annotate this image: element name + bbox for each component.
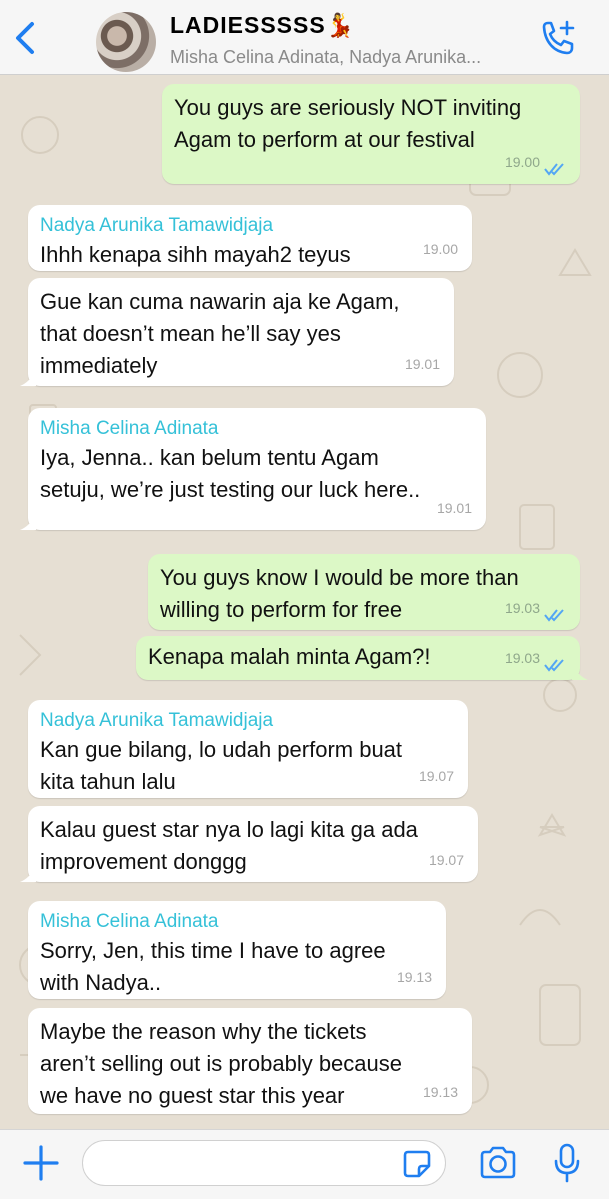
message-bubble-outgoing[interactable]: You guys are seriously NOT inviting Agam… [162,84,580,184]
message-time: 19.13 [396,969,432,985]
message-bubble-incoming[interactable]: Nadya Arunika Tamawidjaja Kan gue bilang… [28,700,468,798]
add-call-button[interactable] [537,18,579,60]
message-time: 19.00 [504,154,540,170]
message-text: Ihhh kenapa sihh mayah2 teyus [40,242,351,267]
plus-icon [23,1145,59,1181]
sender-name[interactable]: Misha Celina Adinata [40,416,474,442]
message-time: 19.07 [428,852,464,868]
message-time: 19.03 [504,650,540,666]
double-check-icon [544,163,564,176]
message-text: Sorry, Jen, this time I have to agree wi… [40,938,386,995]
sender-name[interactable]: Misha Celina Adinata [40,909,434,935]
camera-icon [480,1146,516,1179]
double-check-icon [544,609,564,622]
message-bubble-incoming[interactable]: Gue kan cuma nawarin aja ke Agam, that d… [20,278,454,386]
bubble-tail [20,866,36,882]
bubble-tail [20,370,36,386]
sender-name[interactable]: Nadya Arunika Tamawidjaja [40,213,460,239]
message-time: 19.00 [422,241,458,257]
sender-name[interactable]: Nadya Arunika Tamawidjaja [40,708,456,734]
message-time: 19.01 [436,500,472,516]
message-time: 19.03 [504,600,540,616]
bubble-tail [20,514,36,530]
message-bubble-incoming[interactable]: Nadya Arunika Tamawidjaja Ihhh kenapa si… [28,205,472,271]
double-check-icon [544,659,564,672]
camera-button[interactable] [478,1145,518,1181]
microphone-icon [554,1143,580,1183]
chat-header: LADIESSSSS💃 Misha Celina Adinata, Nadya … [0,0,609,75]
message-text: Iya, Jenna.. kan belum tentu Agam setuju… [40,445,421,502]
message-time: 19.13 [422,1084,458,1100]
message-bubble-incoming[interactable]: Misha Celina Adinata Sorry, Jen, this ti… [28,901,446,999]
sticker-icon [403,1150,431,1178]
message-text: Kalau guest star nya lo lagi kita ga ada… [40,817,418,874]
message-bubble-incoming[interactable]: Kalau guest star nya lo lagi kita ga ada… [20,806,478,882]
dancer-emoji: 💃 [325,12,356,38]
attach-button[interactable] [22,1144,60,1182]
bubble-tail [572,664,588,680]
group-avatar[interactable] [96,12,156,72]
message-time: 19.01 [404,356,440,372]
message-text: Maybe the reason why the tickets aren’t … [40,1019,403,1108]
message-text: Kan gue bilang, lo udah perform buat kit… [40,737,403,794]
message-bubble-incoming[interactable]: Misha Celina Adinata Iya, Jenna.. kan be… [20,408,486,530]
message-text: Gue kan cuma nawarin aja ke Agam, that d… [40,289,400,378]
microphone-button[interactable] [552,1142,582,1184]
add-call-icon [542,20,575,55]
chat-title-text: LADIESSSSS [170,12,326,38]
message-time: 19.07 [418,768,454,784]
compose-bar [0,1129,609,1199]
sticker-button[interactable] [402,1149,432,1179]
message-list[interactable]: You guys are seriously NOT inviting Agam… [0,75,609,1129]
chat-title[interactable]: LADIESSSSS💃 [170,12,355,39]
message-bubble-outgoing[interactable]: You guys know I would be more than willi… [148,554,580,630]
message-bubble-outgoing[interactable]: Kenapa malah minta Agam?! 19.03 [136,636,588,680]
message-bubble-incoming[interactable]: Maybe the reason why the tickets aren’t … [28,1008,472,1114]
back-button[interactable] [10,18,40,58]
chat-members[interactable]: Misha Celina Adinata, Nadya Arunika... [170,47,515,68]
chevron-left-icon [16,22,34,54]
message-input[interactable] [82,1140,446,1186]
